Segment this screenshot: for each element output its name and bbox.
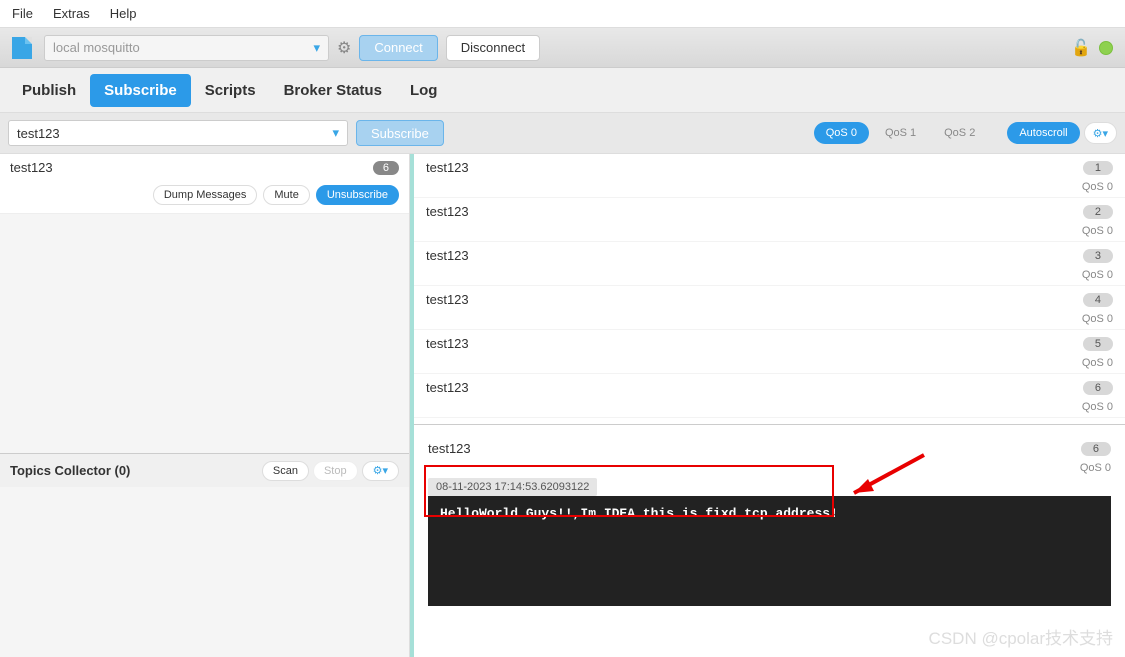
subscribe-bar: test123 Subscribe QoS 0 QoS 1 QoS 2 Auto… xyxy=(0,112,1125,154)
connection-select-value: local mosquitto xyxy=(53,40,140,55)
right-pane: test123 1 QoS 0 test123 2 QoS 0 test123 3 Q… xyxy=(410,154,1125,657)
message-row[interactable]: test123 4 QoS 0 xyxy=(414,286,1125,330)
disconnect-button[interactable]: Disconnect xyxy=(446,35,540,61)
connect-button[interactable]: Connect xyxy=(359,35,437,61)
subscription-count: 6 xyxy=(373,161,399,175)
message-index: 3 xyxy=(1083,249,1113,263)
qos1-pill[interactable]: QoS 1 xyxy=(873,122,928,144)
scan-button[interactable]: Scan xyxy=(262,461,309,481)
message-topic: test123 xyxy=(426,248,469,263)
message-index: 1 xyxy=(1083,161,1113,175)
message-qos: QoS 0 xyxy=(414,401,1125,417)
subscribe-button[interactable]: Subscribe xyxy=(356,120,444,146)
menu-extras[interactable]: Extras xyxy=(53,6,90,21)
message-index: 4 xyxy=(1083,293,1113,307)
tab-bar: Publish Subscribe Scripts Broker Status … xyxy=(0,68,1125,112)
topic-input[interactable]: test123 xyxy=(8,120,348,146)
menu-help[interactable]: Help xyxy=(110,6,137,21)
tab-scripts[interactable]: Scripts xyxy=(191,74,270,107)
message-list: test123 1 QoS 0 test123 2 QoS 0 test123 3 Q… xyxy=(414,154,1125,418)
message-topic: test123 xyxy=(426,380,469,395)
message-detail: test123 6 QoS 0 08-11-2023 17:14:53.6209… xyxy=(414,424,1125,657)
file-icon[interactable] xyxy=(12,37,32,59)
tab-subscribe[interactable]: Subscribe xyxy=(90,74,191,107)
message-qos: QoS 0 xyxy=(414,357,1125,373)
mute-button[interactable]: Mute xyxy=(263,185,309,205)
message-topic: test123 xyxy=(426,336,469,351)
unsubscribe-button[interactable]: Unsubscribe xyxy=(316,185,399,205)
menubar: File Extras Help xyxy=(0,0,1125,28)
tab-broker-status[interactable]: Broker Status xyxy=(270,74,396,107)
detail-qos: QoS 0 xyxy=(428,462,1111,478)
qos2-pill[interactable]: QoS 2 xyxy=(932,122,987,144)
tab-publish[interactable]: Publish xyxy=(8,74,90,107)
detail-topic: test123 xyxy=(428,441,471,456)
message-topic: test123 xyxy=(426,204,469,219)
payload-box[interactable]: HelloWorld Guys!!,Im IDEA this is fixd t… xyxy=(428,496,1111,606)
menu-file[interactable]: File xyxy=(12,6,33,21)
tab-log[interactable]: Log xyxy=(396,74,452,107)
unlock-icon[interactable]: 🔓 xyxy=(1071,38,1091,58)
message-row[interactable]: test123 6 QoS 0 xyxy=(414,374,1125,418)
topics-collector: Topics Collector (0) Scan Stop ⚙▾ xyxy=(0,453,409,487)
qos0-pill[interactable]: QoS 0 xyxy=(814,122,869,144)
settings-pill[interactable]: ⚙▾ xyxy=(1084,122,1117,144)
gear-icon[interactable]: ⚙ xyxy=(337,38,351,58)
message-index: 6 xyxy=(1083,381,1113,395)
message-row[interactable]: test123 5 QoS 0 xyxy=(414,330,1125,374)
message-row[interactable]: test123 1 QoS 0 xyxy=(414,154,1125,198)
detail-index: 6 xyxy=(1081,442,1111,456)
message-qos: QoS 0 xyxy=(414,313,1125,329)
main-area: test123 6 Dump Messages Mute Unsubscribe… xyxy=(0,154,1125,657)
message-topic: test123 xyxy=(426,292,469,307)
message-qos: QoS 0 xyxy=(414,225,1125,241)
status-indicator xyxy=(1099,41,1113,55)
message-topic: test123 xyxy=(426,160,469,175)
autoscroll-pill[interactable]: Autoscroll xyxy=(1007,122,1079,144)
collector-settings-button[interactable]: ⚙▾ xyxy=(362,461,399,481)
toolbar: local mosquitto ⚙ Connect Disconnect 🔓 xyxy=(0,28,1125,68)
message-row[interactable]: test123 3 QoS 0 xyxy=(414,242,1125,286)
detail-timestamp: 08-11-2023 17:14:53.62093122 xyxy=(428,478,597,496)
message-index: 2 xyxy=(1083,205,1113,219)
message-row[interactable]: test123 2 QoS 0 xyxy=(414,198,1125,242)
collector-title: Topics Collector (0) xyxy=(10,463,130,478)
dump-messages-button[interactable]: Dump Messages xyxy=(153,185,258,205)
left-pane: test123 6 Dump Messages Mute Unsubscribe… xyxy=(0,154,410,657)
message-qos: QoS 0 xyxy=(414,269,1125,285)
subscription-item[interactable]: test123 6 Dump Messages Mute Unsubscribe xyxy=(0,154,409,214)
connection-select[interactable]: local mosquitto xyxy=(44,35,329,61)
stop-button[interactable]: Stop xyxy=(313,461,358,481)
subscription-topic: test123 xyxy=(10,160,53,175)
message-qos: QoS 0 xyxy=(414,181,1125,197)
topic-input-value: test123 xyxy=(17,126,60,141)
message-index: 5 xyxy=(1083,337,1113,351)
